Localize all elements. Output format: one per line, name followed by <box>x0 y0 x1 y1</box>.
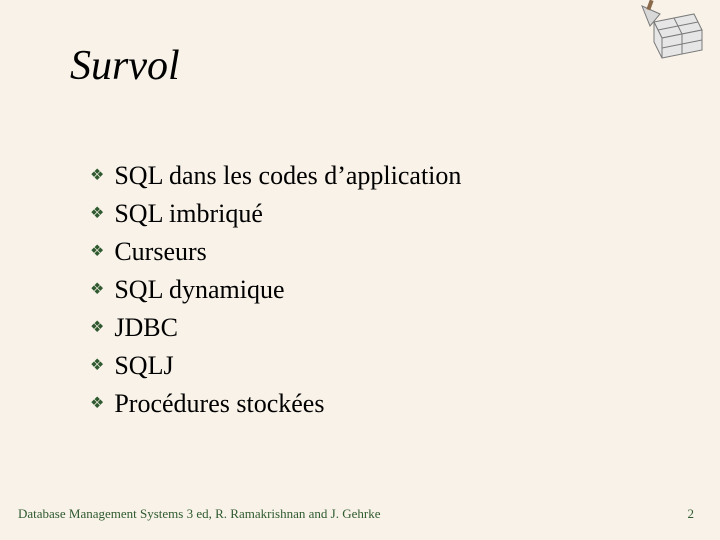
bullet-icon: ❖ <box>90 198 104 230</box>
list-item-text: SQLJ <box>114 350 173 382</box>
list-item: ❖ SQL imbriqué <box>90 198 650 230</box>
bullet-icon: ❖ <box>90 312 104 344</box>
slide: Survol ❖ SQL dans les codes d’applicatio… <box>0 0 720 540</box>
list-item: ❖ Curseurs <box>90 236 650 268</box>
list-item-text: JDBC <box>114 312 178 344</box>
bricks-trowel-icon <box>624 0 704 70</box>
bullet-icon: ❖ <box>90 274 104 306</box>
bullet-icon: ❖ <box>90 388 104 420</box>
list-item-text: Procédures stockées <box>114 388 324 420</box>
bullet-list: ❖ SQL dans les codes d’application ❖ SQL… <box>90 160 650 426</box>
page-number: 2 <box>688 506 695 522</box>
list-item-text: Curseurs <box>114 236 206 268</box>
list-item: ❖ JDBC <box>90 312 650 344</box>
list-item: ❖ SQL dans les codes d’application <box>90 160 650 192</box>
footer-text: Database Management Systems 3 ed, R. Ram… <box>18 506 380 522</box>
list-item-text: SQL dynamique <box>114 274 284 306</box>
bullet-icon: ❖ <box>90 236 104 268</box>
bullet-icon: ❖ <box>90 160 104 192</box>
list-item: ❖ SQL dynamique <box>90 274 650 306</box>
list-item: ❖ Procédures stockées <box>90 388 650 420</box>
list-item-text: SQL imbriqué <box>114 198 263 230</box>
bullet-icon: ❖ <box>90 350 104 382</box>
list-item-text: SQL dans les codes d’application <box>114 160 461 192</box>
slide-title: Survol <box>70 42 180 90</box>
list-item: ❖ SQLJ <box>90 350 650 382</box>
